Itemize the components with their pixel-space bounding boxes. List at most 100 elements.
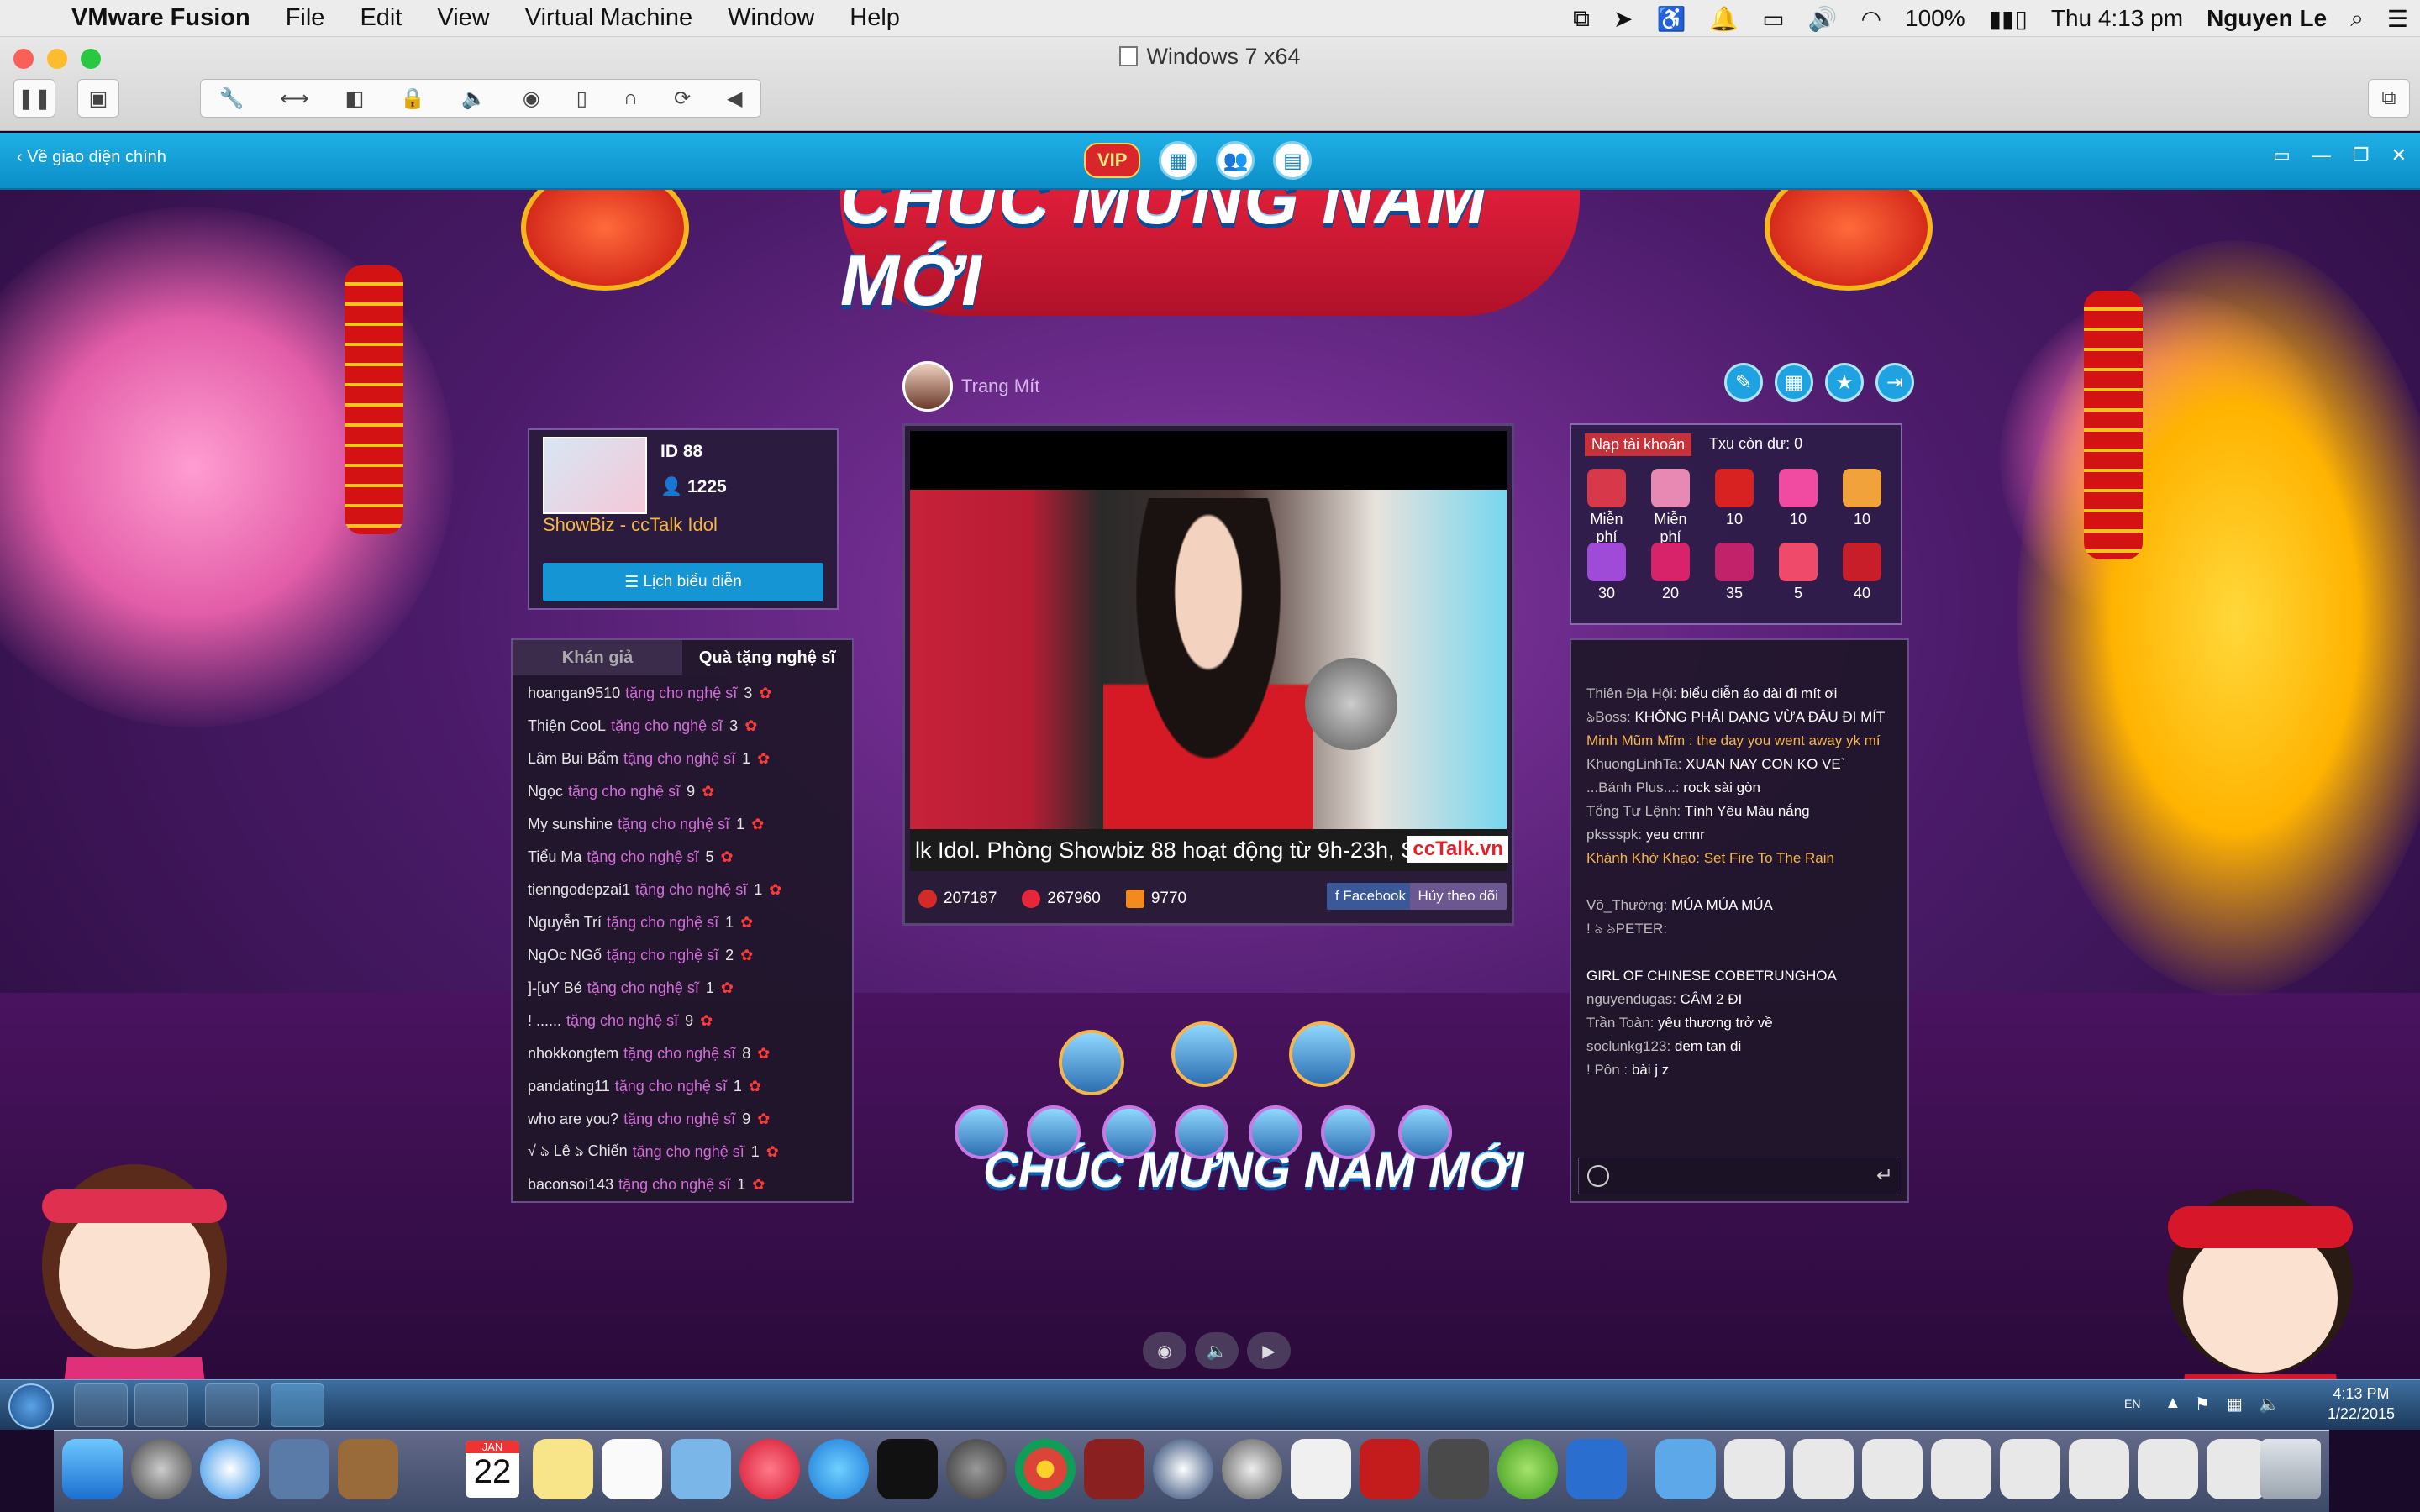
chat-user[interactable]: Khánh Khờ Khạo: [1586, 850, 1700, 866]
facebook-button[interactable]: f Facebook [1326, 883, 1414, 910]
gift-user[interactable]: Ngọc [528, 783, 563, 801]
gift-user[interactable]: tienngodepzai1 [528, 881, 630, 899]
reminders-icon[interactable] [602, 1439, 662, 1499]
audience-seat-6[interactable] [1321, 1105, 1375, 1159]
gift-user[interactable]: pandating11 [528, 1078, 610, 1095]
app-store-icon[interactable] [808, 1439, 869, 1499]
notification-icon[interactable]: 🔔 [1697, 5, 1750, 33]
shop-gift-item[interactable]: 30 [1581, 543, 1632, 602]
chat-bubble-icon[interactable]: ✎ [1724, 363, 1763, 402]
gift-user[interactable]: nhokkongtem [528, 1045, 618, 1063]
grid-menu-button[interactable]: ▦ [1159, 141, 1198, 180]
chat-user[interactable]: Thiên Địa Hội: [1586, 685, 1677, 701]
menu-virtual-machine[interactable]: Virtual Machine [508, 4, 710, 32]
gift-user[interactable]: hoangan9510 [528, 685, 620, 702]
folx-icon[interactable] [1084, 1439, 1144, 1499]
chat-user[interactable]: Trần Toàn: [1586, 1015, 1654, 1031]
unfollow-button[interactable]: Hủy theo dõi [1409, 883, 1507, 910]
tray-network-icon[interactable]: ▦ [2227, 1394, 2243, 1415]
star-icon[interactable]: ★ [1825, 363, 1864, 402]
vip-badge[interactable]: VIP [1084, 143, 1141, 178]
tray-flag-icon[interactable]: ⚑ [2195, 1394, 2210, 1415]
vip-seat-3[interactable] [1289, 1021, 1355, 1087]
shop-gift-item[interactable]: 35 [1709, 543, 1760, 602]
host-name[interactable]: Trang Mít [961, 375, 1039, 397]
gift-user[interactable]: ]-[uY Bé [528, 979, 582, 997]
chat-user[interactable]: nguyendugas: [1586, 991, 1676, 1007]
language-indicator[interactable]: EN [2124, 1397, 2140, 1410]
headphones-icon[interactable]: ∩ [623, 87, 638, 110]
chat-user[interactable]: ঌBoss: [1586, 709, 1631, 725]
shop-gift-item[interactable]: 10 [1773, 469, 1823, 528]
notification-center-icon[interactable]: ☰ [2375, 5, 2420, 33]
taskbar-explorer[interactable] [74, 1383, 128, 1427]
shop-gift-item[interactable]: Miễn phí [1581, 469, 1632, 546]
wifi-icon[interactable]: ◠ [1849, 5, 1893, 33]
menu-help[interactable]: Help [832, 4, 918, 32]
menu-edit[interactable]: Edit [342, 4, 419, 32]
minimized-window-6[interactable] [2069, 1439, 2129, 1499]
vip-seat-2[interactable] [1171, 1021, 1237, 1087]
profile-card-button[interactable]: ▤ [1273, 141, 1313, 180]
preview-icon[interactable] [671, 1439, 731, 1499]
send-icon[interactable]: ↵ [1876, 1163, 1893, 1188]
menubar-clock[interactable]: Thu 4:13 pm [2039, 5, 2195, 32]
gift-user[interactable]: ! ...... [528, 1012, 561, 1030]
accessibility-icon[interactable]: ♿ [1644, 5, 1697, 33]
menu-view[interactable]: View [419, 4, 507, 32]
location-icon[interactable]: ➤ [1602, 5, 1644, 33]
menu-app-name[interactable]: VMware Fusion [54, 4, 268, 32]
audience-seat-7[interactable] [1398, 1105, 1452, 1159]
app-close-icon[interactable]: ✕ [2391, 144, 2407, 166]
gift-user[interactable]: √ ঌ Lê ঌ Chiến [528, 1139, 628, 1165]
gift-user[interactable]: Lâm Bui Bẩm [528, 750, 618, 768]
tray-arrow-icon[interactable]: ▲ [2165, 1394, 2181, 1413]
downloads-folder-icon[interactable] [1655, 1439, 1716, 1499]
camera-icon[interactable]: ◉ [523, 87, 540, 111]
start-button[interactable] [8, 1383, 54, 1429]
chat-user[interactable]: Võ_Thường: [1586, 897, 1667, 913]
stage-volume-icon[interactable]: 🔈 [1195, 1332, 1239, 1369]
utorrent-icon[interactable] [1497, 1439, 1558, 1499]
volume-icon[interactable]: 🔊 [1797, 5, 1849, 33]
topup-button[interactable]: Nạp tài khoản [1585, 433, 1692, 456]
airplay-icon[interactable]: ▭ [1750, 5, 1796, 33]
snapshot-button[interactable]: ▣ [77, 79, 119, 118]
gift-user[interactable]: My sunshine [528, 816, 613, 833]
terminal-icon[interactable] [877, 1439, 938, 1499]
chat-user[interactable]: soclunkg123: [1586, 1038, 1670, 1054]
audience-seat-3[interactable] [1102, 1105, 1156, 1159]
filezilla-icon[interactable] [1360, 1439, 1420, 1499]
minimized-window-8[interactable] [2207, 1439, 2267, 1499]
sublime-text-icon[interactable] [1428, 1439, 1489, 1499]
gift-user[interactable]: Thiện CooL [528, 717, 606, 735]
sourcetree-icon[interactable] [1153, 1439, 1213, 1499]
audience-seat-2[interactable] [1027, 1105, 1081, 1159]
mail-icon[interactable] [269, 1439, 329, 1499]
minimized-window-4[interactable] [1931, 1439, 1991, 1499]
shop-gift-item[interactable]: 40 [1837, 543, 1887, 602]
safari-icon[interactable] [200, 1439, 260, 1499]
lock-icon[interactable]: 🔒 [400, 87, 425, 111]
heart-icon[interactable] [1022, 890, 1041, 908]
collapse-arrow-icon[interactable]: ◀ [727, 87, 742, 111]
usb-icon[interactable]: ▯ [576, 87, 587, 111]
app-minimize-icon[interactable]: — [2312, 144, 2331, 166]
chat-user[interactable]: ...Bánh Plus...: [1586, 780, 1680, 795]
tab-artist-gifts[interactable]: Quà tặng nghệ sĩ [682, 640, 852, 675]
contacts-icon[interactable] [338, 1439, 398, 1499]
chat-user[interactable]: pkssspk: [1586, 827, 1642, 843]
battery-icon[interactable]: ▮▮▯ [1977, 5, 2039, 33]
minimized-window-2[interactable] [1793, 1439, 1854, 1499]
taskbar-chrome[interactable] [205, 1383, 259, 1427]
audience-seat-1[interactable] [955, 1105, 1008, 1159]
vmware-icon[interactable] [1566, 1439, 1627, 1499]
live-video[interactable] [910, 490, 1507, 829]
chat-user[interactable]: Minh Mũm Mĩm : [1586, 732, 1693, 748]
friends-button[interactable]: 👥 [1216, 141, 1255, 180]
taskbar-media-player[interactable] [134, 1383, 188, 1427]
audience-seat-4[interactable] [1175, 1105, 1228, 1159]
sequel-pro-icon[interactable] [1222, 1439, 1282, 1499]
finder-icon[interactable] [62, 1439, 123, 1499]
taskbar-cctalk[interactable] [271, 1383, 324, 1427]
